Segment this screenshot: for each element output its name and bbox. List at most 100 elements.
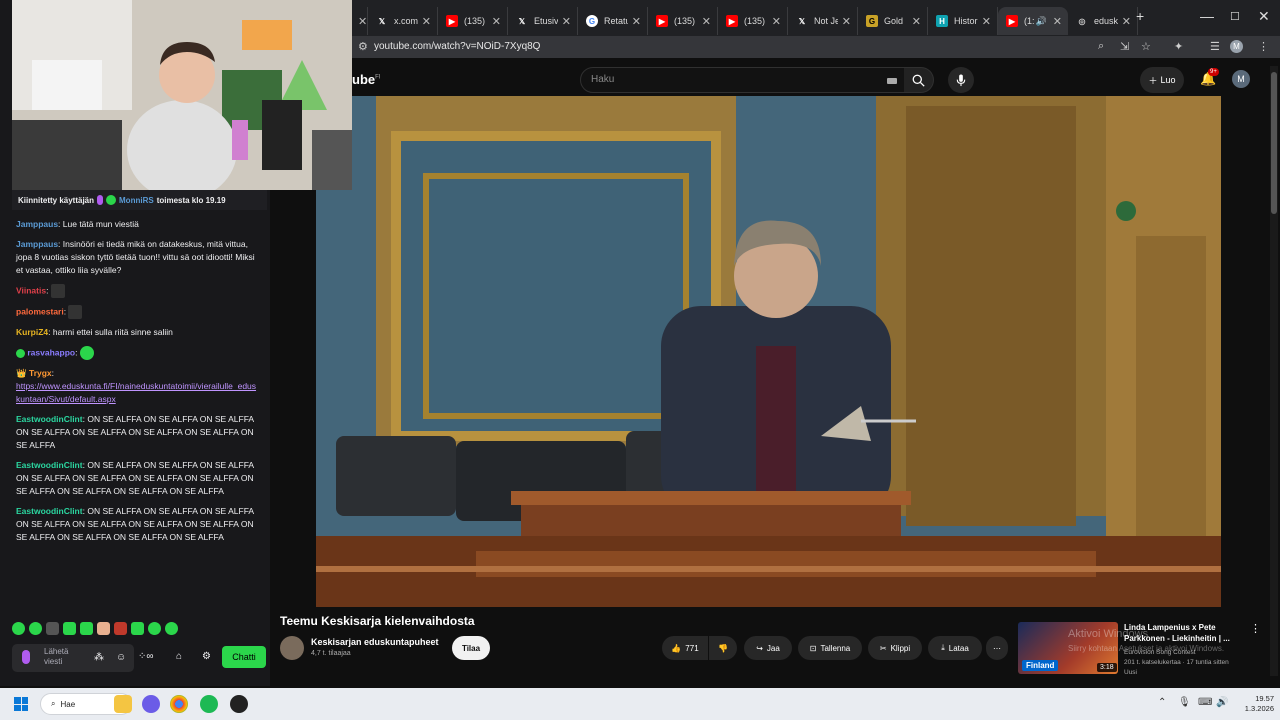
chat-username[interactable]: EastwoodinClint: [16, 506, 83, 516]
dislike-button[interactable]: 👎: [709, 636, 737, 660]
save-button[interactable]: ⊡ Tallenna: [798, 636, 862, 660]
profile-avatar[interactable]: M: [1230, 40, 1243, 53]
close-icon[interactable]: ✕: [358, 15, 367, 28]
emote-icon[interactable]: [46, 622, 59, 635]
close-icon[interactable]: ✕: [982, 15, 991, 28]
download-button[interactable]: ⤓ Lataa: [928, 636, 982, 660]
chat-username[interactable]: Jamppaus: [16, 219, 58, 229]
mic-icon[interactable]: [22, 650, 30, 664]
scrollbar-thumb[interactable]: [1271, 72, 1277, 214]
tray-chevron-icon[interactable]: ⌃: [1158, 697, 1166, 708]
browser-tab[interactable]: ▶ (135) ✕: [438, 7, 508, 35]
spotify-icon[interactable]: [200, 695, 218, 713]
tray-mic-icon[interactable]: 🎙: [1178, 697, 1191, 708]
close-icon[interactable]: ✕: [632, 15, 641, 28]
url-text[interactable]: youtube.com/watch?v=NOiD-7Xyq8Q: [374, 41, 540, 52]
pinned-user[interactable]: MonniRS: [119, 196, 154, 205]
chat-link[interactable]: https://www.eduskunta.fi/FI/naineduskunt…: [16, 381, 256, 404]
browser-tab[interactable]: 𝕏 Etusiv ✕: [508, 7, 578, 35]
close-window-icon[interactable]: ✕: [1258, 8, 1270, 25]
chat-username[interactable]: EastwoodinClint: [16, 414, 83, 424]
youtube-logo[interactable]: ubeFI: [352, 72, 380, 87]
more-actions-button[interactable]: ⋯: [986, 636, 1008, 660]
chat-username[interactable]: Jamppaus: [16, 239, 58, 249]
emote-icon[interactable]: [148, 622, 161, 635]
clip-button[interactable]: ✂ Klippi: [868, 636, 922, 660]
voice-search-button[interactable]: [948, 67, 974, 93]
minimize-icon[interactable]: —: [1200, 8, 1214, 24]
zoom-icon[interactable]: ⌕: [1098, 40, 1104, 53]
taskbar-clock[interactable]: 19.57 1.3.2026: [1234, 694, 1274, 714]
emote-icon[interactable]: [165, 622, 178, 635]
recommended-more-icon[interactable]: ⋮: [1250, 622, 1261, 635]
extensions-icon[interactable]: ✦: [1174, 40, 1183, 53]
close-icon[interactable]: ✕: [562, 15, 571, 28]
emote-icon[interactable]: [63, 622, 76, 635]
youtube-avatar[interactable]: M: [1232, 70, 1250, 88]
subscribe-button[interactable]: Tilaa: [452, 636, 490, 660]
site-info-icon[interactable]: ⚙: [358, 40, 368, 53]
close-icon[interactable]: ✕: [702, 15, 711, 28]
address-bar[interactable]: ⚙ youtube.com/watch?v=NOiD-7Xyq8Q ⌕ ⇲ ☆ …: [352, 36, 1280, 58]
search-button[interactable]: [904, 67, 934, 93]
emoji-icon[interactable]: ☺: [116, 652, 126, 663]
close-icon[interactable]: ✕: [422, 15, 431, 28]
chat-username[interactable]: palomestari: [16, 306, 64, 316]
close-icon[interactable]: ✕: [842, 15, 851, 28]
emote-icon[interactable]: [29, 622, 42, 635]
emote-icon[interactable]: [97, 622, 110, 635]
close-icon[interactable]: ✕: [912, 15, 921, 28]
search-input[interactable]: Haku: [580, 67, 908, 93]
close-icon[interactable]: ✕: [1053, 15, 1062, 28]
keyboard-icon[interactable]: [887, 78, 897, 84]
browser-tab[interactable]: 𝕏 Not Je ✕: [788, 7, 858, 35]
browser-tab[interactable]: G Gold ✕: [858, 7, 928, 35]
chat-username[interactable]: EastwoodinClint: [16, 460, 83, 470]
volume-icon[interactable]: 🔊: [1216, 697, 1228, 708]
emote-icon[interactable]: [80, 622, 93, 635]
close-icon[interactable]: ✕: [1122, 15, 1131, 28]
windows-start-icon[interactable]: [14, 697, 28, 711]
maximize-icon[interactable]: ☐: [1230, 10, 1240, 23]
translate-icon[interactable]: ⁂: [94, 652, 104, 663]
browser-tab[interactable]: 𝕏x.com ✕: [368, 7, 438, 35]
browser-tab[interactable]: H Histor ✕: [928, 7, 998, 35]
reading-list-icon[interactable]: ☰: [1210, 40, 1220, 53]
discord-icon[interactable]: [142, 695, 160, 713]
obs-icon[interactable]: [230, 695, 248, 713]
chat-input[interactable]: Lähetä viesti ⁂ ☺: [12, 644, 134, 672]
emote-icon[interactable]: [131, 622, 144, 635]
menu-kebab-icon[interactable]: ⋮: [1258, 40, 1269, 53]
channel-name[interactable]: Keskisarjan eduskuntapuheet: [311, 637, 439, 647]
speaker-icon[interactable]: 🔊: [1036, 16, 1047, 27]
browser-tab[interactable]: ▶ (135) ✕: [718, 7, 788, 35]
close-icon[interactable]: ✕: [772, 15, 781, 28]
browser-tab[interactable]: ▶ (135) ✕: [648, 7, 718, 35]
chat-username[interactable]: rasvahappo: [27, 347, 75, 357]
settings-gear-icon[interactable]: ⚙: [202, 651, 211, 662]
tab-x[interactable]: ✕: [352, 7, 368, 35]
chat-send-button[interactable]: Chatti: [222, 646, 266, 668]
browser-tab[interactable]: G Retatu ✕: [578, 7, 648, 35]
store-icon[interactable]: ⌂: [176, 651, 182, 662]
emote-icon[interactable]: [114, 622, 127, 635]
chrome-icon[interactable]: [170, 695, 188, 713]
chat-username[interactable]: KurpiZ4: [16, 327, 48, 337]
bookmark-star-icon[interactable]: ☆: [1141, 40, 1151, 53]
network-icon[interactable]: ⌨: [1198, 697, 1212, 708]
share-button[interactable]: ↪ Jaa: [744, 636, 792, 660]
browser-tab-active[interactable]: ▶ (1: 🔊 ✕: [998, 7, 1068, 35]
like-button[interactable]: 👍 771: [662, 636, 708, 660]
emote-icon[interactable]: [12, 622, 25, 635]
browser-tab[interactable]: ◎ edusk ✕: [1068, 7, 1138, 35]
chat-username[interactable]: Viinatis: [16, 285, 46, 295]
pinned-message-bar[interactable]: Kiinnitetty käyttäjän MonniRS toimesta k…: [12, 190, 267, 210]
new-tab-icon[interactable]: +: [1136, 8, 1144, 24]
file-explorer-icon[interactable]: [114, 695, 132, 713]
install-icon[interactable]: ⇲: [1120, 40, 1129, 53]
video-player[interactable]: [316, 96, 1221, 607]
channel-points-icon[interactable]: ⁘∞: [138, 651, 154, 662]
chat-username[interactable]: Trygx: [29, 368, 52, 378]
close-icon[interactable]: ✕: [492, 15, 501, 28]
channel-avatar[interactable]: [280, 636, 304, 660]
